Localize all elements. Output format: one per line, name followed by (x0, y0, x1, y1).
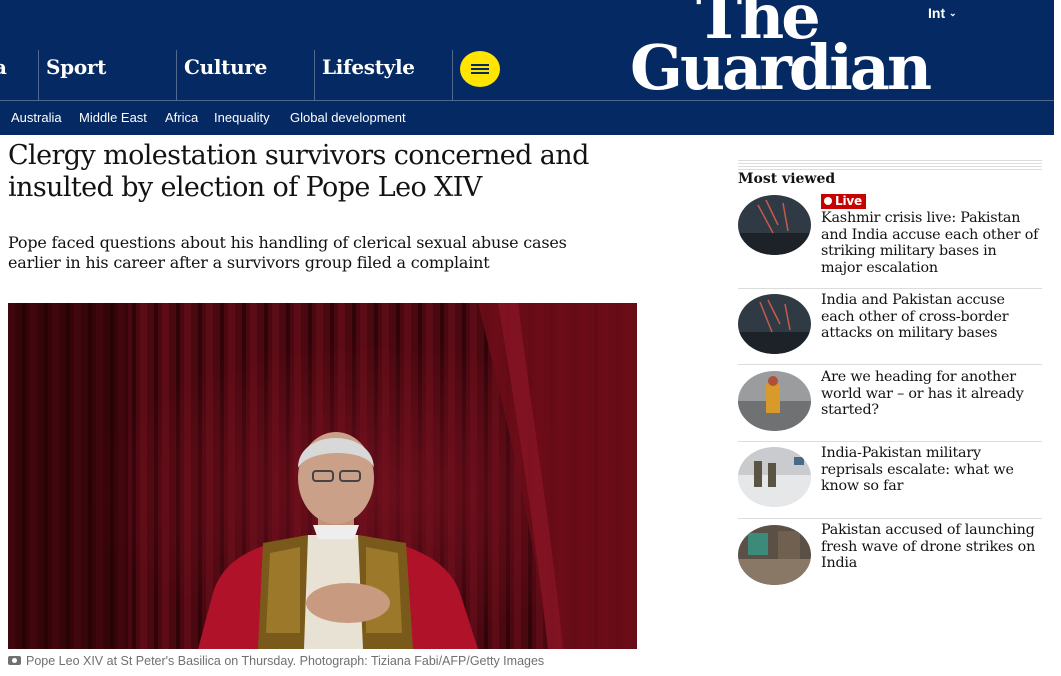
most-viewed-headline: Pakistan accused of launching fresh wave… (821, 522, 1036, 571)
subnav-link-australia[interactable]: Australia (11, 110, 62, 125)
sub-navigation: Australia Middle East Africa Inequality … (0, 100, 1054, 135)
most-viewed-thumbnail (738, 447, 811, 507)
most-viewed-thumbnail (738, 195, 811, 255)
subnav-link-africa[interactable]: Africa (165, 110, 198, 125)
subnav-link-global-development[interactable]: Global development (290, 110, 406, 125)
menu-button[interactable] (460, 51, 500, 87)
pope-photo (8, 303, 637, 649)
pillar-cut-off: a (0, 55, 7, 79)
article-standfirst: Pope faced questions about his handling … (8, 233, 567, 272)
nav-pillar-sport[interactable]: Sport (46, 55, 106, 79)
image-caption: Pope Leo XIV at St Peter's Basilica on T… (8, 654, 544, 668)
logo-line-2: Guardian (630, 30, 932, 104)
divider (738, 364, 1042, 365)
nav-divider (38, 50, 39, 100)
most-viewed-thumbnail (738, 294, 811, 354)
subnav-link-middle-east[interactable]: Middle East (79, 110, 147, 125)
live-badge: Live (821, 194, 866, 209)
hamburger-icon (471, 64, 489, 66)
most-viewed-title: Most viewed (738, 171, 836, 187)
nav-pillar-culture[interactable]: Culture (184, 55, 267, 79)
divider (738, 441, 1042, 442)
most-viewed-headline: Are we heading for another world war – o… (821, 369, 1024, 418)
most-viewed-thumbnail (738, 371, 811, 431)
article-main-image (8, 303, 637, 649)
nav-divider (314, 50, 315, 100)
article-headline: Clergy molestation survivors concerned a… (8, 140, 589, 203)
most-viewed-thumbnail (738, 525, 811, 585)
nav-divider (176, 50, 177, 100)
masthead: a Sport Culture Lifestyle Int ⌄ The Guar… (0, 0, 1054, 100)
hamburger-icon (471, 72, 489, 74)
hamburger-icon (471, 68, 489, 70)
nav-divider (452, 50, 453, 100)
divider (738, 288, 1042, 289)
divider (738, 518, 1042, 519)
most-viewed-rule (738, 160, 1042, 170)
edition-selector[interactable]: Int ⌄ (928, 5, 957, 21)
most-viewed-headline: India-Pakistan military reprisals escala… (821, 445, 1014, 494)
chevron-down-icon: ⌄ (949, 8, 957, 18)
camera-icon (8, 656, 21, 665)
nav-pillar-lifestyle[interactable]: Lifestyle (322, 55, 415, 79)
caption-text: Pope Leo XIV at St Peter's Basilica on T… (26, 654, 545, 668)
edition-label: Int (928, 5, 946, 21)
subnav-link-inequality[interactable]: Inequality (214, 110, 270, 125)
most-viewed-headline: Kashmir crisis live: Pakistan and India … (821, 210, 1039, 276)
most-viewed-headline: India and Pakistan accuse each other of … (821, 292, 1009, 341)
guardian-logo[interactable]: The Guardian (630, 0, 932, 104)
